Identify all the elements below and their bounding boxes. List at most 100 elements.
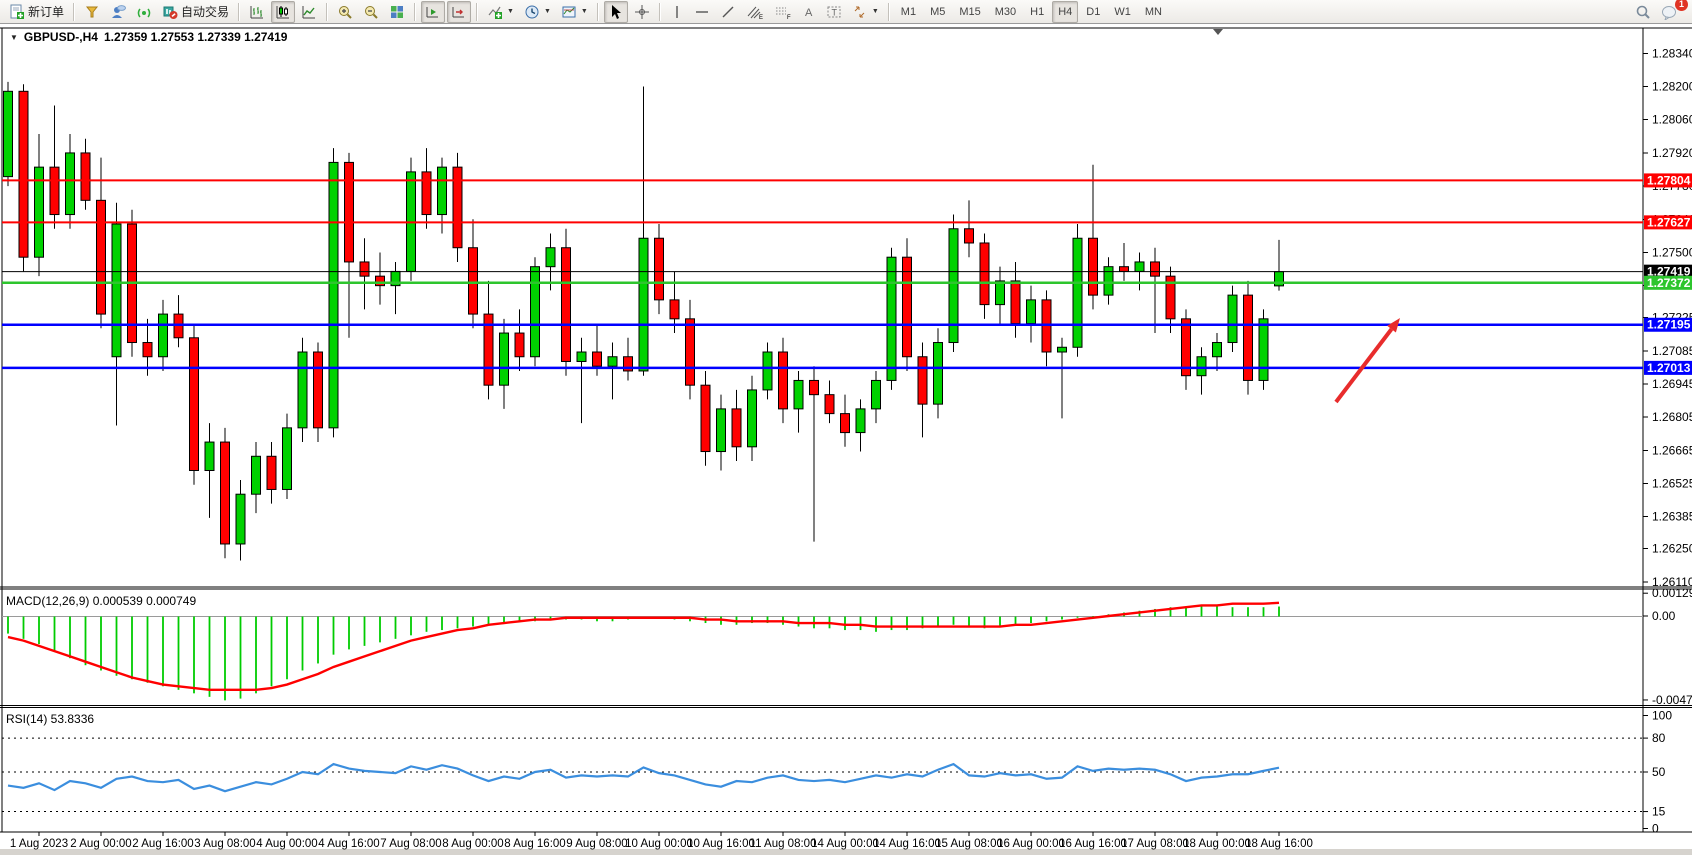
candle — [1073, 238, 1082, 347]
time-axis-label: 2 Aug 16:00 — [132, 838, 193, 850]
ohlc-values: 1.27359 1.27553 1.27339 1.27419 — [104, 30, 288, 44]
candle — [19, 91, 28, 257]
candle — [872, 380, 881, 408]
search-button[interactable] — [1631, 1, 1655, 23]
funnel-icon — [84, 4, 100, 20]
price-axis-label: 1.26945 — [1652, 377, 1692, 391]
trendline-tool[interactable] — [716, 1, 740, 23]
timeframe-D1[interactable]: D1 — [1080, 1, 1106, 23]
time-axis-label: 16 Aug 16:00 — [1059, 838, 1127, 850]
candle — [314, 352, 323, 428]
arrows-tool[interactable]: ▼ — [848, 1, 883, 23]
candle — [841, 414, 850, 433]
indicators-button[interactable]: ▼ — [483, 1, 518, 23]
timeframe-H4[interactable]: H4 — [1052, 1, 1078, 23]
chart-canvas[interactable]: 1.283401.282001.280601.279201.277801.276… — [0, 24, 1692, 855]
vertical-line-tool[interactable] — [666, 1, 688, 23]
chart-shift-button[interactable] — [447, 1, 471, 23]
auto-scroll-button[interactable] — [421, 1, 445, 23]
rsi-axis-label: 80 — [1652, 731, 1666, 745]
bar-chart-button[interactable] — [245, 1, 269, 23]
candle — [515, 333, 524, 357]
time-axis-label: 11 Aug 08:00 — [750, 838, 817, 850]
time-axis-label: 8 Aug 00:00 — [442, 838, 503, 850]
line-chart-icon — [301, 4, 317, 20]
candle — [996, 281, 1005, 305]
time-axis-label: 14 Aug 00:00 — [811, 838, 879, 850]
timeframe-M5[interactable]: M5 — [924, 1, 951, 23]
separator — [238, 3, 240, 21]
label-tool[interactable]: T — [822, 1, 846, 23]
candle — [732, 409, 741, 447]
candle — [1197, 357, 1206, 376]
horizontal-line-tool[interactable] — [690, 1, 714, 23]
price-axis-label: 1.26805 — [1652, 410, 1692, 424]
candle — [1213, 343, 1222, 357]
zoom-in-icon — [337, 4, 353, 20]
line-chart-button[interactable] — [297, 1, 321, 23]
new-order-button[interactable]: 新订单 — [5, 1, 68, 23]
candle — [562, 248, 571, 362]
notifications-button[interactable]: 1 — [1657, 1, 1683, 23]
candle — [66, 153, 75, 215]
timeframe-M1[interactable]: M1 — [895, 1, 922, 23]
timeframe-H1[interactable]: H1 — [1024, 1, 1050, 23]
separator — [73, 3, 75, 21]
time-axis-label: 8 Aug 16:00 — [504, 838, 565, 850]
candle — [81, 153, 90, 200]
candlestick-chart-button[interactable] — [271, 1, 295, 23]
candle — [112, 224, 121, 357]
crosshair-button[interactable] — [630, 1, 654, 23]
price-axis-label: 1.27920 — [1652, 146, 1692, 160]
time-axis-label: 4 Aug 00:00 — [256, 838, 317, 850]
svg-text:T: T — [831, 7, 837, 17]
funnel-button[interactable] — [80, 1, 104, 23]
main-toolbar: 新订单 自动交易 — [0, 0, 1692, 24]
candle — [1259, 319, 1268, 381]
signals-button[interactable] — [132, 1, 156, 23]
candle — [298, 352, 307, 428]
chart-shift-icon — [451, 4, 467, 20]
svg-text:E: E — [759, 15, 763, 20]
candle — [267, 456, 276, 489]
candle — [50, 167, 59, 214]
text-tool[interactable]: A — [798, 1, 820, 23]
candle — [856, 409, 865, 433]
channel-tool[interactable]: E — [742, 1, 768, 23]
community-button[interactable] — [106, 1, 130, 23]
candle — [577, 352, 586, 361]
candle — [1089, 238, 1098, 295]
symbol-title[interactable]: ▼ GBPUSD-,H4 1.27359 1.27553 1.27339 1.2… — [10, 30, 287, 44]
autotrading-button[interactable]: 自动交易 — [158, 1, 233, 23]
rsi-axis-label: 15 — [1652, 805, 1666, 819]
separator — [597, 3, 599, 21]
candle — [763, 352, 772, 390]
cursor-button[interactable] — [604, 1, 628, 23]
periods-button[interactable]: ▼ — [520, 1, 555, 23]
candle — [748, 390, 757, 447]
autotrading-icon — [162, 4, 178, 20]
trendline-icon — [720, 4, 736, 20]
tile-windows-button[interactable] — [385, 1, 409, 23]
price-axis-label: 1.27500 — [1652, 245, 1692, 259]
timeframe-W1[interactable]: W1 — [1108, 1, 1137, 23]
timeframe-M30[interactable]: M30 — [989, 1, 1022, 23]
candle — [190, 338, 199, 471]
horizontal-line-icon — [694, 4, 710, 20]
cloud-user-icon — [110, 4, 126, 20]
timeframe-MN[interactable]: MN — [1139, 1, 1168, 23]
chart-window: 1.283401.282001.280601.279201.277801.276… — [0, 24, 1692, 855]
templates-button[interactable]: ▼ — [557, 1, 592, 23]
zoom-out-icon — [363, 4, 379, 20]
fibonacci-tool[interactable]: F — [770, 1, 796, 23]
collapse-triangle-icon[interactable]: ▼ — [10, 33, 18, 42]
zoom-in-button[interactable] — [333, 1, 357, 23]
zoom-out-button[interactable] — [359, 1, 383, 23]
rsi-axis-label: 100 — [1652, 709, 1672, 723]
candle — [422, 172, 431, 215]
candle — [1058, 347, 1067, 352]
timeframe-M15[interactable]: M15 — [953, 1, 986, 23]
candle — [97, 200, 106, 314]
timeframe-group: M1M5M15M30H1H4D1W1MN — [894, 1, 1169, 23]
price-tag-label: 1.27013 — [1647, 361, 1691, 375]
